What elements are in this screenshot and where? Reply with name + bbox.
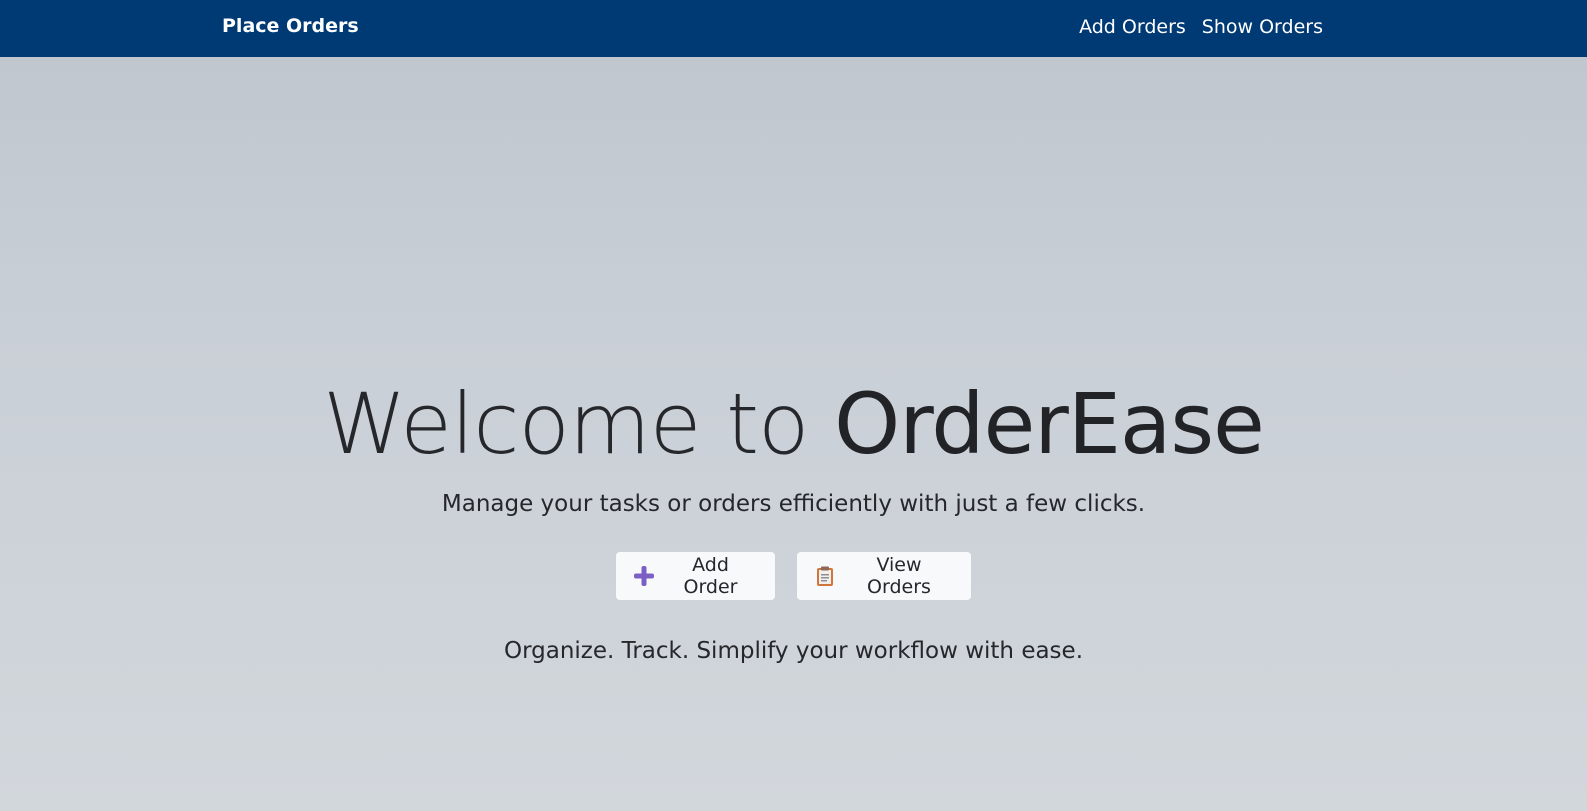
nav-link-show-orders[interactable]: Show Orders (1202, 16, 1323, 38)
hero-title-prefix: Welcome to (323, 375, 835, 473)
plus-icon (633, 565, 655, 587)
hero-buttons: Add Order View Orders (0, 552, 1587, 600)
nav-link-add-orders[interactable]: Add Orders (1079, 16, 1186, 38)
brand-link[interactable]: Place Orders (222, 15, 359, 37)
add-order-label: Add Order (683, 554, 738, 598)
nav-links: Add Orders Show Orders (1079, 16, 1323, 38)
hero-subtitle: Manage your tasks or orders efficiently … (441, 491, 1146, 517)
hero-section: Welcome to OrderEase Manage your tasks o… (0, 57, 1587, 811)
view-orders-button[interactable]: View Orders (797, 552, 971, 600)
hero-title: Welcome to OrderEase (0, 375, 1587, 473)
hero-tagline: Organize. Track. Simplify your workflow … (503, 638, 1084, 664)
hero-title-brand: OrderEase (834, 375, 1265, 473)
view-orders-label: View Orders (867, 554, 931, 598)
top-navbar: Place Orders Add Orders Show Orders (0, 0, 1587, 57)
clipboard-icon (814, 565, 836, 587)
add-order-button[interactable]: Add Order (616, 552, 775, 600)
